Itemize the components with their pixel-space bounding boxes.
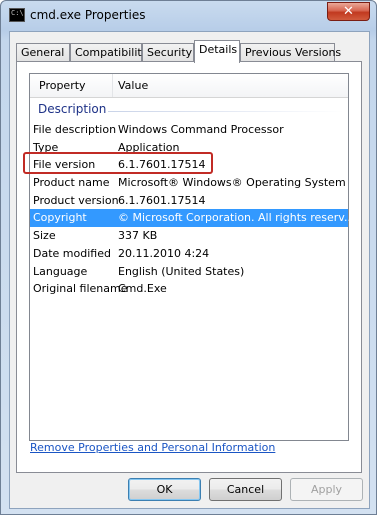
apply-button[interactable]: Apply	[290, 478, 363, 501]
tab-strip: General Compatibility Security Details P…	[16, 40, 364, 63]
list-row[interactable]: Product name Microsoft® Windows® Operati…	[30, 174, 348, 192]
column-header-property[interactable]: Property	[39, 79, 86, 92]
group-divider	[108, 111, 344, 112]
property-name: Original filename	[33, 282, 128, 295]
window-title: cmd.exe Properties	[30, 8, 146, 22]
property-name: Size	[33, 229, 56, 242]
column-divider[interactable]	[112, 74, 113, 97]
list-header: Property Value	[30, 74, 348, 98]
close-button[interactable]: ✕	[327, 2, 370, 21]
command-prompt-icon: C:\	[9, 8, 25, 22]
property-value: English (United States)	[118, 265, 245, 278]
property-name: Copyright	[33, 211, 87, 224]
property-value: 337 KB	[118, 229, 158, 242]
properties-window: C:\ cmd.exe Properties ✕ General Compati…	[0, 0, 377, 515]
list-row[interactable]: Language English (United States)	[30, 263, 348, 281]
property-name: File description	[33, 123, 117, 136]
cancel-button[interactable]: Cancel	[209, 478, 282, 501]
property-name: Date modified	[33, 247, 111, 260]
list-row[interactable]: Original filename Cmd.Exe	[30, 280, 348, 298]
property-value: Windows Command Processor	[118, 123, 284, 136]
list-row[interactable]: File description Windows Command Process…	[30, 121, 348, 139]
tab-compatibility[interactable]: Compatibility	[70, 43, 148, 61]
list-row[interactable]: Size 337 KB	[30, 227, 348, 245]
property-value: 20.11.2010 4:24	[118, 247, 210, 260]
title-bar[interactable]: C:\ cmd.exe Properties ✕	[1, 1, 376, 31]
tab-security[interactable]: Security	[142, 43, 194, 61]
details-listview[interactable]: Property Value Description File descript…	[29, 73, 354, 441]
property-value: Microsoft® Windows® Operating System	[118, 176, 346, 189]
file-version-highlight	[23, 152, 213, 174]
group-header-description[interactable]: Description	[38, 102, 106, 116]
tab-general[interactable]: General	[16, 43, 70, 61]
tab-previous-versions[interactable]: Previous Versions	[240, 43, 341, 61]
list-row-selected[interactable]: Copyright © Microsoft Corporation. All r…	[30, 209, 354, 227]
property-value: © Microsoft Corporation. All rights rese…	[118, 211, 355, 224]
property-value: Cmd.Exe	[118, 282, 167, 295]
dialog-client: General Compatibility Security Details P…	[9, 31, 370, 509]
property-name: Product version	[33, 194, 119, 207]
details-panel: Property Value Description File descript…	[16, 61, 362, 473]
list-row[interactable]: Date modified 20.11.2010 4:24	[30, 245, 348, 263]
property-value: 6.1.7601.17514	[118, 194, 206, 207]
property-name: Language	[33, 265, 88, 278]
remove-properties-link[interactable]: Remove Properties and Personal Informati…	[30, 441, 275, 454]
tab-details[interactable]: Details	[194, 40, 240, 63]
column-header-value[interactable]: Value	[118, 79, 148, 92]
ok-button[interactable]: OK	[128, 478, 201, 501]
property-name: Product name	[33, 176, 110, 189]
list-row[interactable]: Product version 6.1.7601.17514	[30, 192, 348, 210]
